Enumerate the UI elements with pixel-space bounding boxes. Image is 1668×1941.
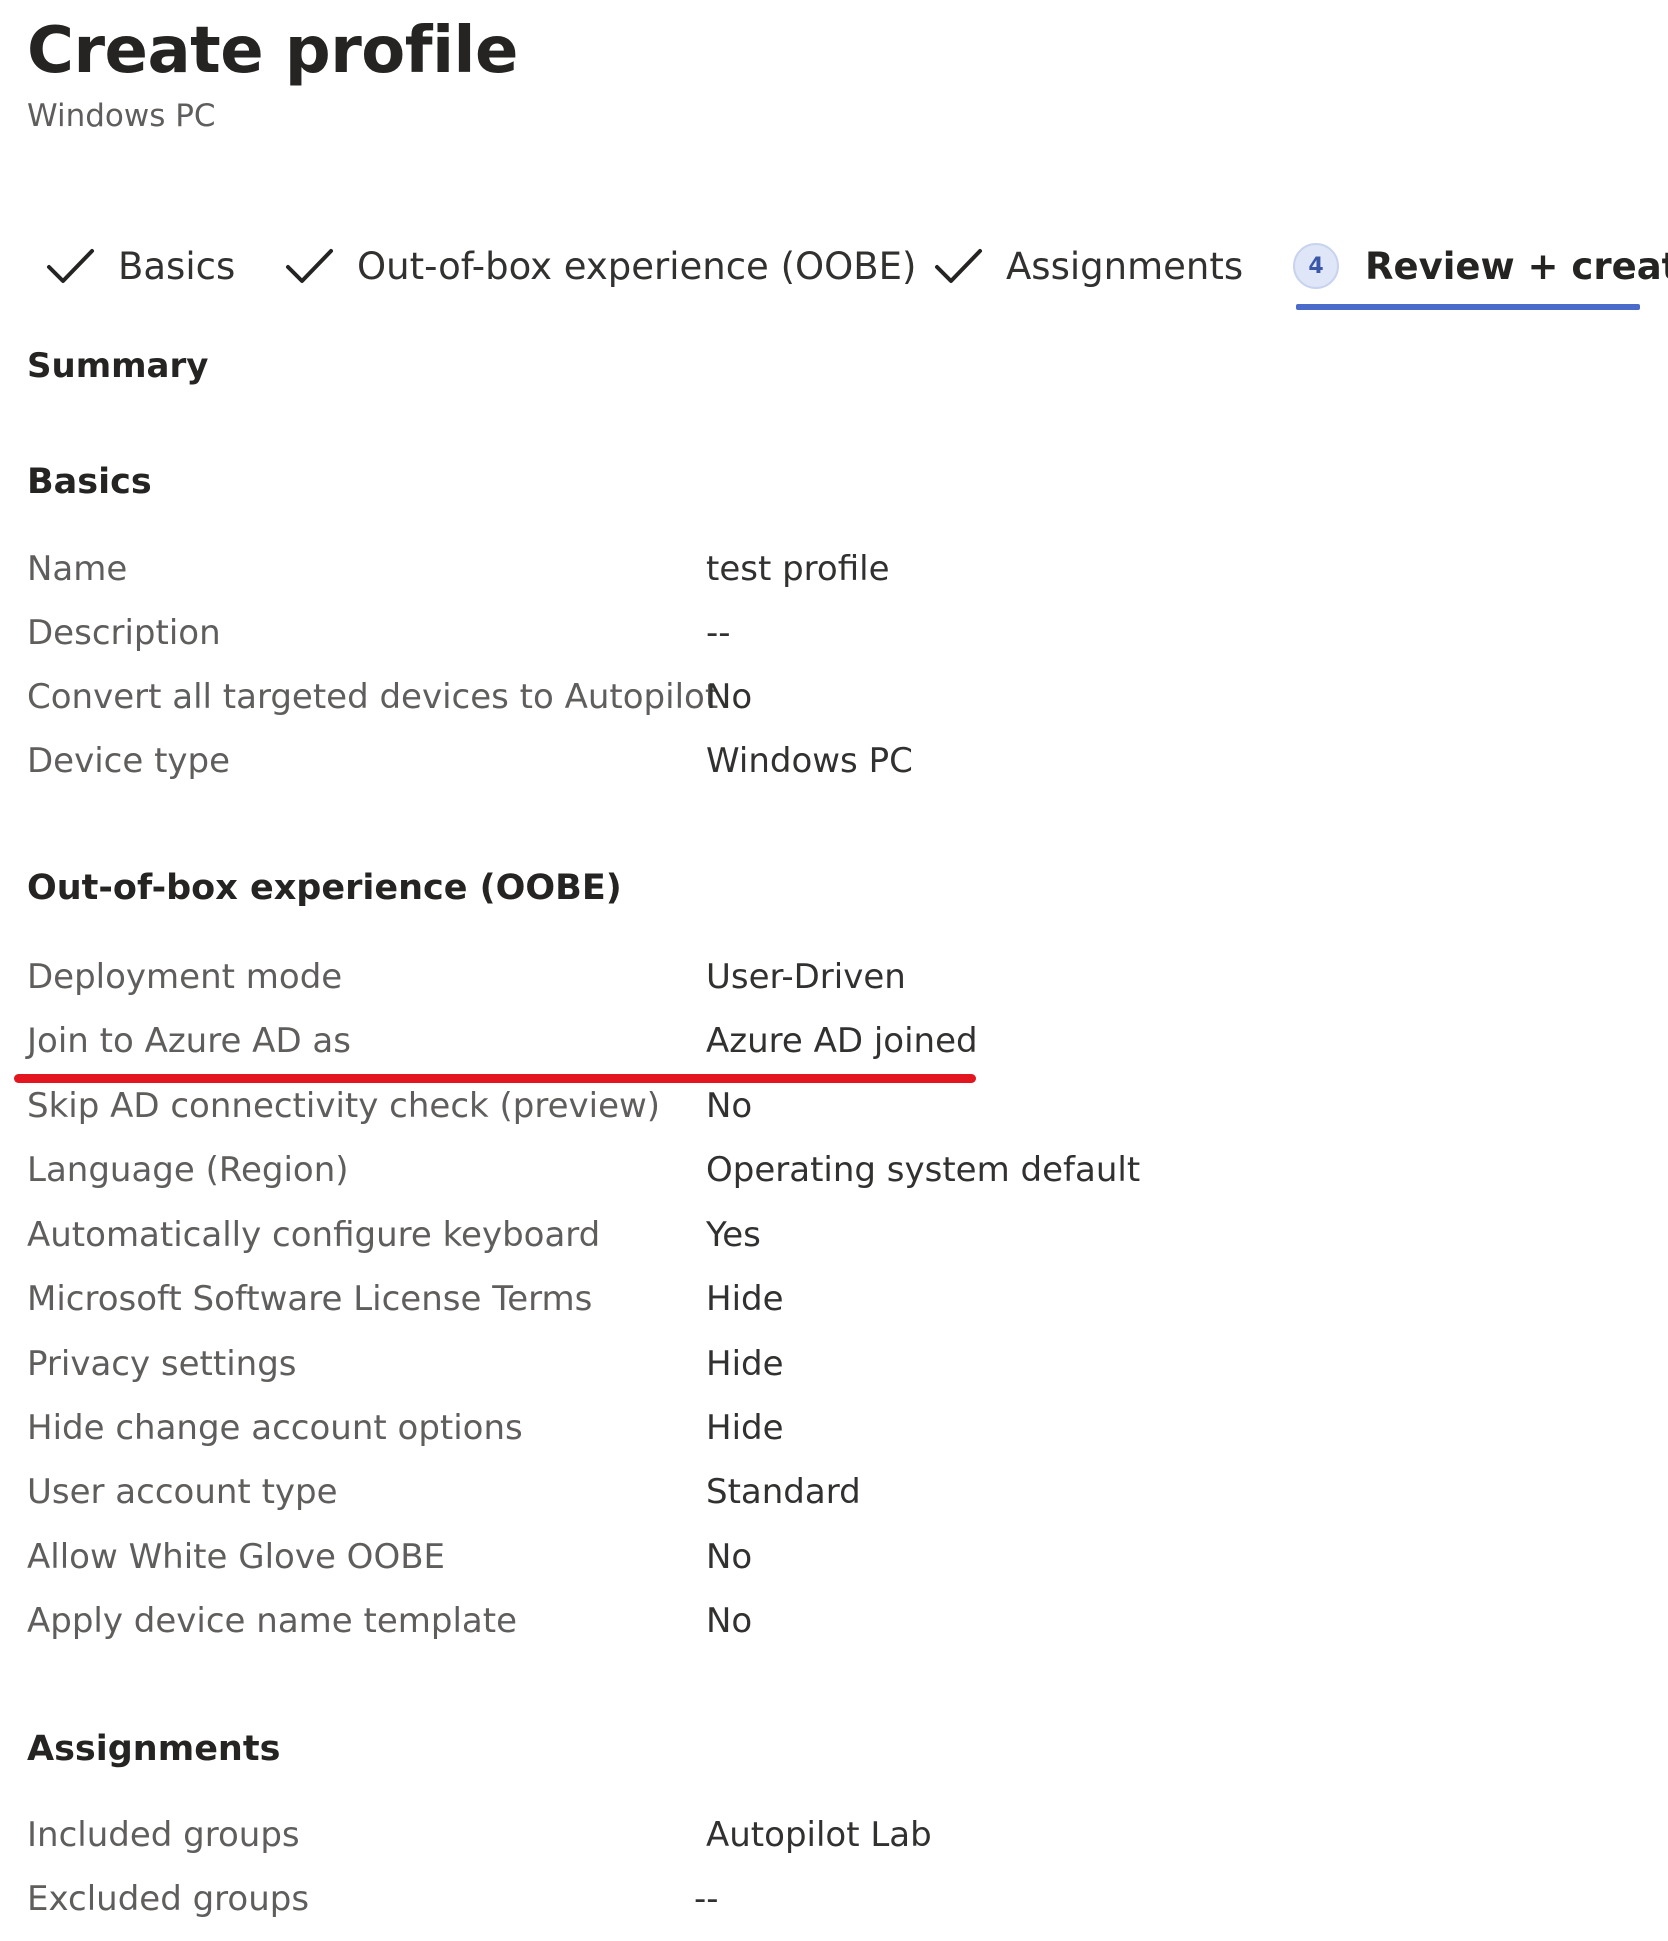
checkmark-icon — [286, 249, 333, 283]
row-label: Device type — [27, 741, 231, 781]
row-label: Description — [27, 613, 221, 653]
step-basics[interactable]: Basics — [44, 232, 235, 300]
row-value: Hide — [706, 1344, 784, 1384]
section-heading-oobe: Out-of-box experience (OOBE) — [27, 868, 622, 908]
row-value: Standard — [706, 1472, 861, 1512]
row-value: Azure AD joined — [706, 1021, 978, 1061]
row-label: Convert all targeted devices to Autopilo… — [27, 677, 719, 717]
row-label: User account type — [27, 1472, 338, 1512]
checkmark-icon — [47, 249, 94, 283]
row-value: Yes — [706, 1215, 761, 1255]
row-value: Hide — [706, 1279, 784, 1319]
row-label: Microsoft Software License Terms — [27, 1279, 593, 1319]
wizard-steps: Basics Out-of-box experience (OOBE) Assi… — [0, 232, 1668, 312]
page-subtitle: Windows PC — [27, 98, 216, 134]
step-assignments[interactable]: Assignments — [932, 232, 1243, 300]
row-value: Autopilot Lab — [706, 1815, 932, 1855]
row-label: Join to Azure AD as — [27, 1021, 351, 1061]
row-value: -- — [706, 613, 731, 653]
row-value: User-Driven — [706, 957, 906, 997]
row-value: Operating system default — [706, 1150, 1141, 1190]
row-label: Language (Region) — [27, 1150, 349, 1190]
row-value: No — [706, 1086, 753, 1126]
step-label: Basics — [118, 244, 236, 288]
row-value: No — [706, 1537, 753, 1577]
row-label: Skip AD connectivity check (preview) — [27, 1086, 661, 1126]
step-number-badge: 4 — [1293, 243, 1339, 289]
row-label: Excluded groups — [27, 1879, 310, 1919]
step-label: Review + create — [1365, 244, 1668, 288]
annotation-underline — [14, 1074, 976, 1083]
step-label: Assignments — [1006, 244, 1244, 288]
active-step-indicator — [1296, 304, 1640, 310]
row-label: Deployment mode — [27, 957, 343, 997]
step-oobe[interactable]: Out-of-box experience (OOBE) — [283, 232, 916, 300]
row-label: Allow White Glove OOBE — [27, 1537, 446, 1577]
row-label: Included groups — [27, 1815, 300, 1855]
row-label: Apply device name template — [27, 1601, 517, 1641]
step-review-create[interactable]: 4 Review + create — [1293, 232, 1668, 300]
row-value: test profile — [706, 549, 890, 589]
row-label: Automatically configure keyboard — [27, 1215, 601, 1255]
row-label: Privacy settings — [27, 1344, 297, 1384]
checkmark-icon — [935, 249, 982, 283]
summary-heading: Summary — [27, 346, 209, 386]
section-heading-basics: Basics — [27, 462, 152, 502]
row-value: No — [706, 1601, 753, 1641]
row-value: Hide — [706, 1408, 784, 1448]
row-label: Name — [27, 549, 128, 589]
row-value: No — [706, 677, 753, 717]
section-heading-assignments: Assignments — [27, 1729, 281, 1769]
row-value: -- — [694, 1879, 719, 1919]
step-label: Out-of-box experience (OOBE) — [357, 244, 917, 288]
page-title: Create profile — [27, 14, 518, 88]
row-label: Hide change account options — [27, 1408, 523, 1448]
row-value: Windows PC — [706, 741, 913, 781]
